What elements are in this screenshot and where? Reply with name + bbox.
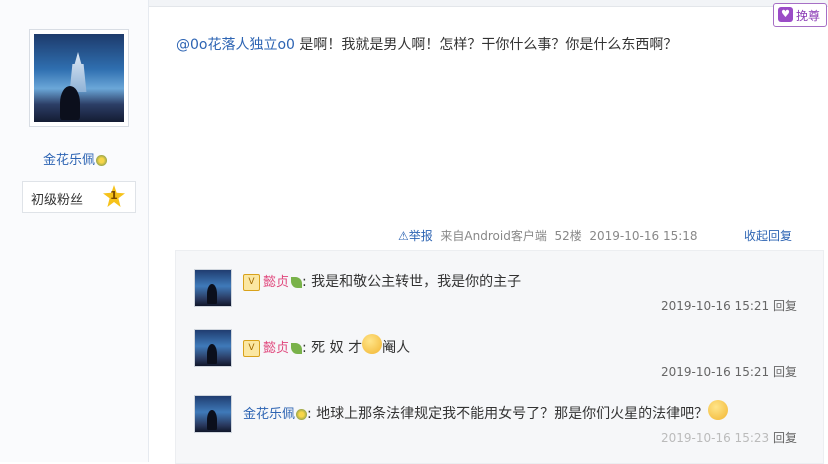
level-badge[interactable]: 初级粉丝 1 (22, 181, 136, 213)
poster-sidebar: 金花乐佩 初级粉丝 1 (0, 0, 149, 462)
reply-avatar[interactable] (194, 395, 232, 433)
reply-item: V 懿贞 : 死 奴 才 阉人 (243, 334, 411, 358)
reply-avatar[interactable] (194, 269, 232, 307)
post-meta: ⚠举报 来自Android客户端 52楼 2019-10-16 15:18 (398, 227, 698, 244)
reply-text: : 我是和敬公主转世，我是你的主子 (302, 274, 522, 290)
reply-meta: 2019-10-16 15:21 回复 (661, 363, 797, 380)
level-label: 初级粉丝 (31, 193, 84, 208)
vip-icon: V (243, 273, 260, 291)
reply-button[interactable]: 回复 (773, 299, 797, 313)
post-source: 来自Android客户端 (440, 229, 547, 243)
level-number: 1 (110, 189, 118, 202)
reply-time: 2019-10-16 15:21 (661, 299, 770, 313)
leaf-icon (291, 276, 303, 288)
poster-username[interactable]: 金花乐佩 (20, 149, 130, 168)
reply-button[interactable]: 回复 (773, 365, 797, 379)
flower-icon (296, 408, 308, 420)
heart-icon: ♥ (778, 7, 793, 22)
post-content: @0o花落人独立o0 是啊！我就是男人啊！怎样？干你什么事？你是什么东西啊？ (176, 34, 677, 54)
vip-icon: V (243, 339, 260, 357)
reply-avatar[interactable] (194, 329, 232, 367)
figure-shape (60, 86, 80, 120)
poster-username-text[interactable]: 金花乐佩 (43, 153, 95, 168)
poster-avatar[interactable] (29, 29, 129, 127)
reply-time: 2019-10-16 15:23 (661, 431, 770, 445)
reply-text: : 地球上那条法律规定我不能用女号了？那是你们火星的法律吧？ (307, 406, 709, 422)
reply-time: 2019-10-16 15:21 (661, 365, 770, 379)
reply-meta: 2019-10-16 15:21 回复 (661, 297, 797, 314)
reply-item: V 懿贞 : 我是和敬公主转世，我是你的主子 (243, 271, 521, 291)
leaf-icon (291, 342, 303, 354)
upvote-label: 挽尊 (796, 9, 821, 23)
smiley-emoji-icon (362, 334, 383, 354)
post-time: 2019-10-16 15:18 (589, 229, 698, 243)
upvote-button[interactable]: ♥ 挽尊 (773, 3, 827, 27)
mention-link[interactable]: @0o花落人独立o0 (176, 37, 295, 53)
report-link[interactable]: 举报 (409, 229, 433, 243)
collapse-replies-link[interactable]: 收起回复 (744, 227, 792, 244)
warning-icon: ⚠ (398, 229, 409, 243)
reply-username[interactable]: 懿贞 (263, 341, 289, 356)
reply-username[interactable]: 懿贞 (263, 275, 289, 290)
reply-item: 金花乐佩 : 地球上那条法律规定我不能用女号了？那是你们火星的法律吧？ (243, 400, 729, 424)
flower-icon (96, 155, 107, 166)
reply-text-after: 阉人 (382, 340, 411, 356)
reply-meta: 2019-10-16 15:23 回复 (661, 429, 797, 446)
reply-text-before: : 死 奴 才 (302, 340, 363, 356)
reply-username[interactable]: 金花乐佩 (243, 407, 295, 422)
surprised-emoji-icon (708, 400, 729, 420)
avatar-image (34, 34, 124, 122)
reply-button[interactable]: 回复 (773, 431, 797, 445)
reply-list: V 懿贞: 我是和敬公主转世，我是你的主子 2019-10-16 15:21 回复… (175, 250, 824, 464)
post-body: 是啊！我就是男人啊！怎样？干你什么事？你是什么东西啊？ (294, 37, 678, 53)
floor-number: 52楼 (554, 229, 582, 243)
